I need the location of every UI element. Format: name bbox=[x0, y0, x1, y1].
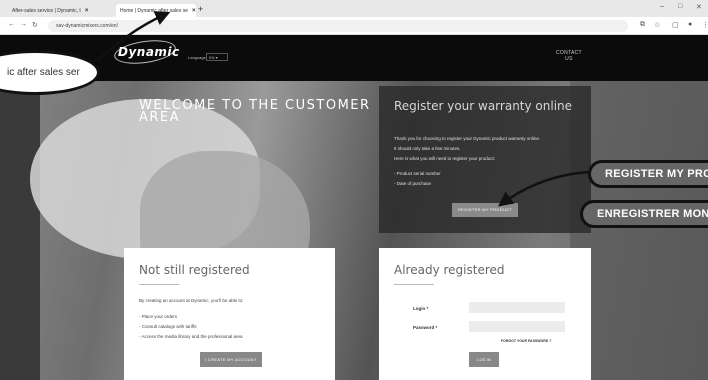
password-label: Password * bbox=[413, 325, 438, 330]
divider bbox=[394, 284, 434, 285]
warranty-text: - Product serial number bbox=[394, 171, 441, 176]
warranty-title: Register your warranty online bbox=[394, 99, 573, 113]
login-button[interactable]: LOG IN bbox=[469, 352, 499, 367]
signup-bullet: - Access the media library and the profe… bbox=[139, 334, 243, 339]
hero-shadow bbox=[0, 81, 40, 380]
login-input[interactable] bbox=[469, 302, 565, 313]
back-icon[interactable]: ← bbox=[8, 21, 15, 28]
url-text: sav-dynamicmixers.com/en/ bbox=[56, 23, 118, 29]
reload-icon[interactable]: ↻ bbox=[32, 21, 38, 29]
signup-bullet: - Consult catalogs with tariffs bbox=[139, 324, 197, 329]
contact-us-link[interactable]: CONTACT US bbox=[556, 50, 582, 62]
language-value: EN bbox=[209, 55, 215, 60]
divider bbox=[139, 284, 179, 285]
login-card: Already registered Login * Password * FO… bbox=[379, 248, 591, 380]
browser-tab-bar: After-sales service | Dynamic, t × Home … bbox=[0, 0, 708, 17]
annotation-callout-enregistrer: ENREGISTRER MON P bbox=[580, 200, 708, 228]
callout-text: ENREGISTRER MON P bbox=[597, 208, 708, 220]
signup-intro: By creating an account at Dynamic, you'l… bbox=[139, 298, 244, 303]
tab-label: Home | Dynamic after sales se bbox=[120, 7, 188, 14]
password-input[interactable] bbox=[469, 321, 565, 332]
forgot-password-link[interactable]: FORGOT YOUR PASSWORD ? bbox=[501, 339, 551, 343]
annotation-callout-register: REGISTER MY PRO bbox=[588, 160, 708, 188]
url-field[interactable]: sav-dynamicmixers.com/en/ bbox=[48, 20, 628, 32]
signup-bullet: - Place your orders bbox=[139, 314, 178, 319]
warranty-text: It should only take a few minutes. bbox=[394, 146, 461, 151]
warranty-panel: Register your warranty online Thank you … bbox=[379, 86, 591, 233]
close-icon[interactable]: × bbox=[85, 8, 89, 14]
address-bar-row: ← → ↻ sav-dynamicmixers.com/en/ ⧉ ☆ ▢ ● … bbox=[0, 17, 708, 35]
maximize-icon[interactable]: □ bbox=[678, 3, 682, 10]
site-header: Dynamic Language: EN ▾ CONTACT US bbox=[0, 35, 708, 81]
hero-background bbox=[0, 81, 708, 380]
forward-icon[interactable]: → bbox=[20, 21, 27, 28]
welcome-line: AREA bbox=[139, 110, 181, 125]
browser-tab-after-sales[interactable]: After-sales service | Dynamic, t × bbox=[8, 4, 112, 17]
language-select[interactable]: EN ▾ bbox=[206, 53, 228, 61]
contact-line: US bbox=[565, 56, 573, 62]
welcome-heading: WELCOME TO THE CUSTOMER AREA bbox=[139, 99, 371, 125]
close-icon[interactable]: × bbox=[192, 8, 196, 14]
signup-title: Not still registered bbox=[139, 263, 250, 277]
new-tab-button[interactable]: + bbox=[198, 4, 203, 14]
extensions-icon[interactable]: ▢ bbox=[672, 21, 679, 29]
register-product-button[interactable]: REGISTER MY PRODUCT bbox=[452, 203, 518, 217]
tab-label: After-sales service | Dynamic, t bbox=[12, 7, 81, 14]
translate-icon[interactable]: ⧉ bbox=[640, 21, 645, 29]
login-title: Already registered bbox=[394, 263, 505, 277]
create-account-button[interactable]: I CREATE MY ACCOUNT bbox=[200, 352, 262, 367]
annotation-bubble-text: ic after sales ser bbox=[7, 67, 80, 78]
warranty-text: Thank you for choosing to register your … bbox=[394, 136, 541, 141]
login-label: Login * bbox=[413, 306, 429, 311]
profile-icon[interactable]: ● bbox=[688, 21, 692, 28]
callout-text: REGISTER MY PRO bbox=[605, 168, 708, 180]
menu-icon[interactable]: ⋮ bbox=[702, 21, 708, 29]
language-label: Language: bbox=[188, 55, 207, 60]
close-window-icon[interactable]: ✕ bbox=[696, 3, 702, 11]
warranty-text: Here is what you will need to register y… bbox=[394, 156, 496, 161]
dynamic-logo[interactable]: Dynamic bbox=[118, 45, 180, 59]
browser-tab-home[interactable]: Home | Dynamic after sales se × bbox=[116, 4, 196, 17]
warranty-text: - Date of purchase bbox=[394, 181, 432, 186]
bookmark-star-icon[interactable]: ☆ bbox=[654, 21, 660, 29]
signup-card: Not still registered By creating an acco… bbox=[124, 248, 335, 380]
minimize-icon[interactable]: – bbox=[660, 3, 664, 10]
